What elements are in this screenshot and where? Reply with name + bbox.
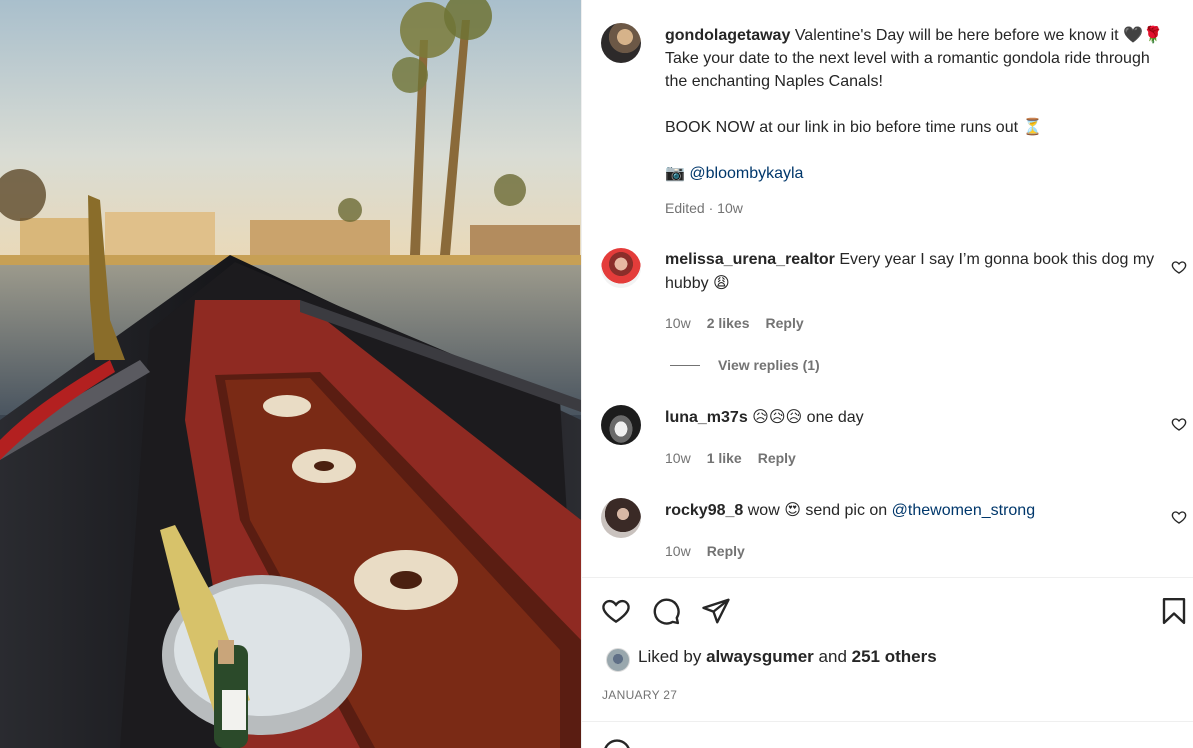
comment-emoji: 😍 <box>784 500 801 519</box>
liker-username[interactable]: alwaysgumer <box>706 647 814 666</box>
commenter-avatar[interactable] <box>601 498 641 538</box>
mention-link[interactable]: @thewomen_strong <box>892 502 1035 519</box>
camera-emoji: 📷 <box>665 163 685 182</box>
commenter-avatar[interactable] <box>601 248 641 288</box>
caption-text-2: Take your date to the next level with a … <box>665 50 1150 90</box>
comment-username[interactable]: rocky98_8 <box>665 502 743 519</box>
commenter-avatar[interactable] <box>601 405 641 445</box>
caption-cta: BOOK NOW at our link in bio before time … <box>665 119 1019 136</box>
likes-count-link[interactable]: 251 others <box>852 647 937 666</box>
reply-button[interactable]: Reply <box>707 543 745 559</box>
reply-thread-line <box>670 364 700 366</box>
post-photo[interactable] <box>0 0 581 748</box>
caption-text: Valentine's Day will be here before we k… <box>794 27 1119 44</box>
post-caption: gondolagetaway Valentine's Day will be h… <box>665 23 1165 207</box>
reply-button[interactable]: Reply <box>758 450 796 466</box>
comment-emoji: 😥😥😥 <box>752 407 803 426</box>
comment-like-heart-icon[interactable] <box>1171 416 1187 432</box>
view-replies-button[interactable]: View replies (1) <box>670 357 820 373</box>
actions-divider <box>582 577 1193 578</box>
comment-item: luna_m37s 😥😥😥 one day <box>665 405 1165 429</box>
emoji-picker-icon[interactable] <box>602 738 632 748</box>
author-avatar[interactable] <box>601 23 641 63</box>
comment-likes-count[interactable]: 1 like <box>707 450 742 466</box>
liked-by-and: and <box>818 647 847 666</box>
gondola-photo-illustration <box>0 0 581 748</box>
credit-mention-link[interactable]: @bloombykayla <box>689 165 803 182</box>
author-username[interactable]: gondolagetaway <box>665 27 790 44</box>
reply-button[interactable]: Reply <box>766 315 804 331</box>
comment-timestamp[interactable]: 10w <box>665 450 691 466</box>
comment-icon[interactable] <box>651 596 681 626</box>
comment-username[interactable]: melissa_urena_realtor <box>665 251 835 268</box>
liked-by-line: Liked by alwaysgumer and 251 others <box>638 647 937 667</box>
bookmark-icon[interactable] <box>1159 596 1189 626</box>
comment-meta: 10w Reply <box>665 543 745 559</box>
comment-item: rocky98_8 wow 😍 send pic on @thewomen_st… <box>665 498 1165 522</box>
comment-box-divider <box>582 721 1193 722</box>
edited-label: Edited <box>665 200 705 216</box>
comment-likes-count[interactable]: 2 likes <box>707 315 750 331</box>
comment-like-heart-icon[interactable] <box>1171 509 1187 525</box>
comment-item: melissa_urena_realtor Every year I say I… <box>665 248 1165 295</box>
comment-meta: 10w 1 like Reply <box>665 450 796 466</box>
comment-meta: 10w 2 likes Reply <box>665 315 804 331</box>
share-icon[interactable] <box>701 596 731 626</box>
caption-emoji: 🖤🌹 <box>1123 25 1163 44</box>
caption-timestamp[interactable]: 10w <box>717 200 743 216</box>
view-replies-label[interactable]: View replies (1) <box>718 357 820 373</box>
comment-timestamp[interactable]: 10w <box>665 315 691 331</box>
comment-emoji: 😩 <box>713 273 730 292</box>
post-detail-panel: gondolagetaway Valentine's Day will be h… <box>581 0 1193 748</box>
comment-text: wow <box>747 502 780 519</box>
hourglass-emoji: ⏳ <box>1022 117 1043 136</box>
post-date[interactable]: JANUARY 27 <box>602 688 677 702</box>
caption-meta: Edited · 10w <box>665 200 743 216</box>
comment-text-2: send pic on <box>805 502 888 519</box>
comment-username[interactable]: luna_m37s <box>665 409 748 426</box>
heart-icon[interactable] <box>601 596 631 626</box>
comment-text: one day <box>806 409 864 426</box>
liker-avatar[interactable] <box>606 648 630 672</box>
comment-like-heart-icon[interactable] <box>1171 259 1187 275</box>
liked-by-prefix: Liked by <box>638 647 702 666</box>
comment-timestamp[interactable]: 10w <box>665 543 691 559</box>
